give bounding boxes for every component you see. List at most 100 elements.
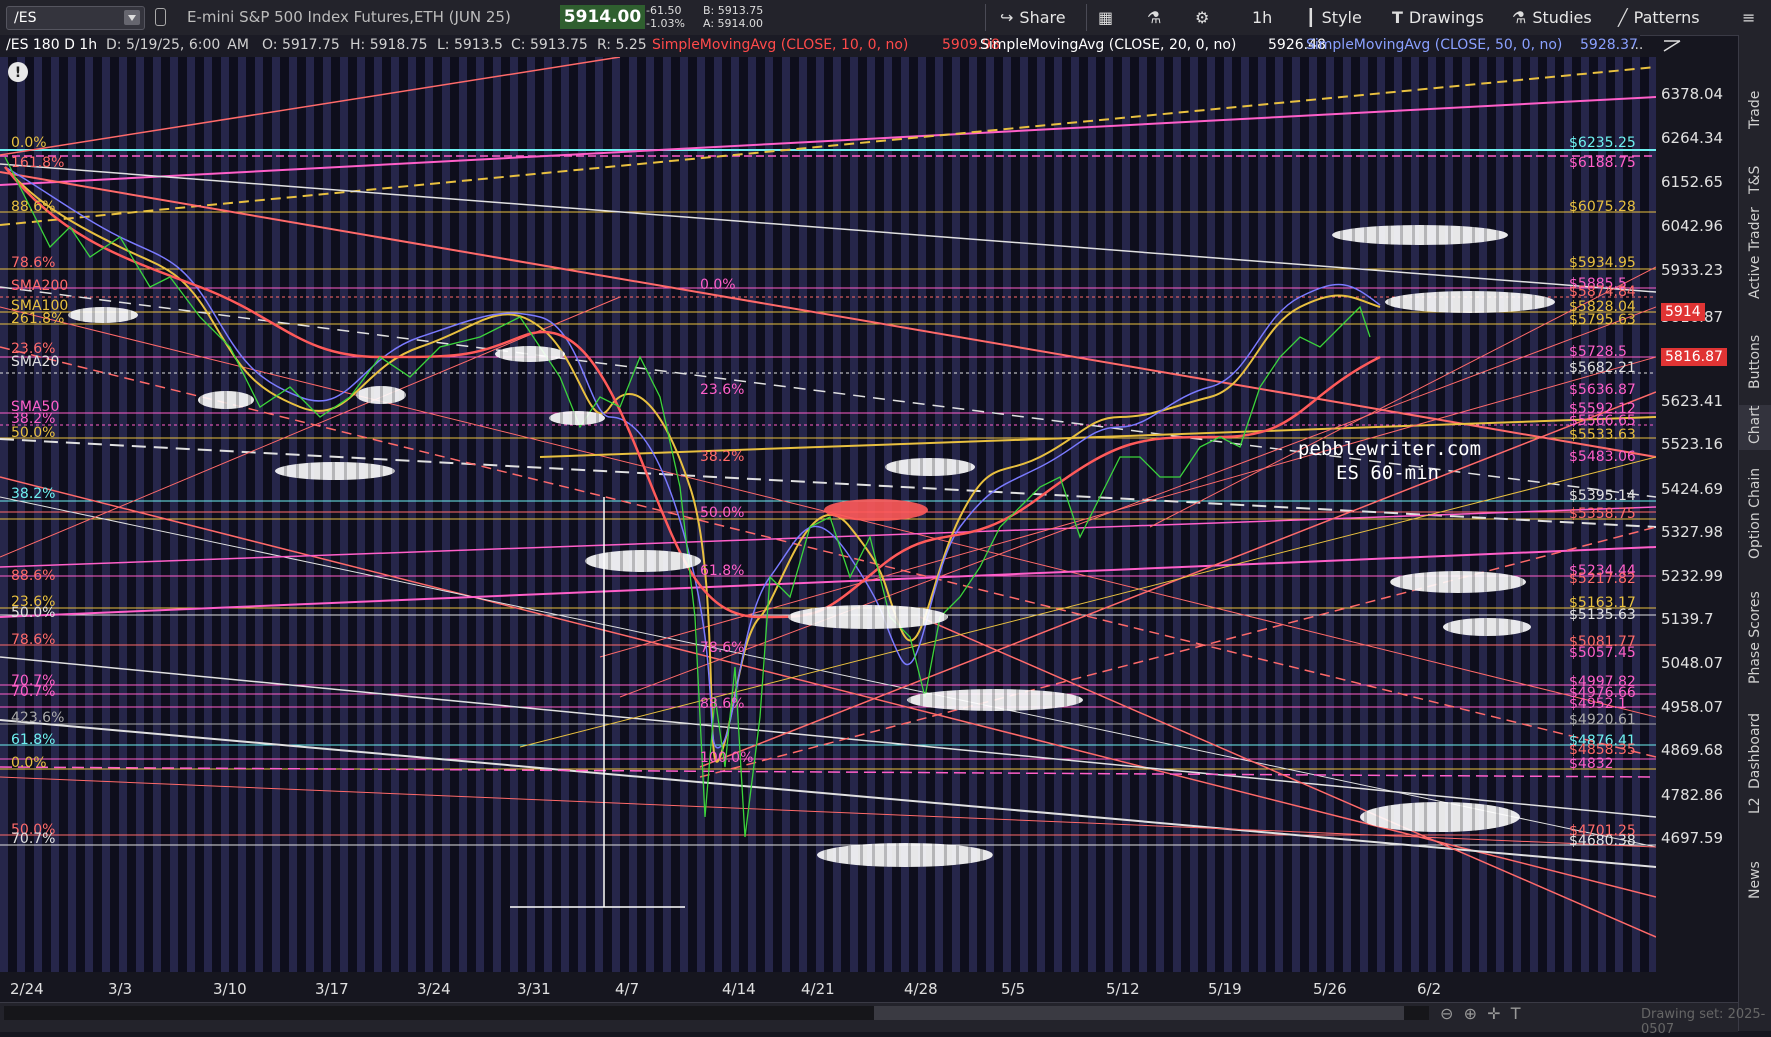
sma-price-tag: 5816.87 [1661,348,1727,366]
more-studies[interactable]: ... [1630,37,1643,53]
timeframe-button[interactable]: 1h [1252,0,1272,35]
fib-level-label: 78.6% [700,640,745,656]
bar-range: R: 5.25 [597,37,647,53]
fib-level-label: 88.6% [700,696,745,712]
fib-level-label: SMA20 [11,354,60,370]
right-sidebar: Trade T&S Active Trader Buttons Chart Option … [1738,35,1771,1031]
fib-level-label: 88.6% [11,568,56,584]
bar-close: C: 5913.75 [511,37,588,53]
price-level-label: $5682.21 [1569,360,1636,376]
x-tick-label: 5/26 [1313,980,1347,998]
sidebar-tab-option-chain[interactable]: Option Chain [1739,455,1771,565]
patterns-button[interactable]: ╱ Patterns [1618,0,1700,35]
zoom-controls[interactable]: ⊖ ⊕ ✛ T [1440,1004,1521,1023]
symbol-selector[interactable]: /ES [6,6,145,30]
style-button[interactable]: ┃ Style [1306,0,1362,35]
fib-level-label: 88.6% [11,199,56,215]
fib-level-label: 38.2% [700,449,745,465]
sidebar-tab-buttons[interactable]: Buttons [1739,325,1771,395]
flexible-grid-button[interactable]: ▦ [1098,0,1119,35]
drawing-tool-icon: T [1392,8,1403,27]
fib-level-label: 0.0% [11,135,47,151]
chart-scrollbar[interactable] [4,1006,1429,1020]
price-level-label: $6235.25 [1569,135,1636,151]
link-icon[interactable] [155,8,166,26]
price-level-label: $5795.63 [1569,312,1636,328]
zoom-out-icon[interactable]: ⊖ [1440,1004,1453,1023]
flask-icon: ⚗ [1147,8,1162,27]
target-ellipse [1385,291,1555,313]
sidebar-tab-news[interactable]: News [1739,825,1771,905]
crosshair-icon[interactable]: ✛ [1487,1004,1500,1023]
y-tick-label: 5623.41 [1661,392,1724,410]
menu-button[interactable]: ≡ [1742,0,1761,35]
settings-button[interactable]: ⚙ [1195,0,1215,35]
scroll-thumb[interactable] [874,1006,1404,1020]
target-ellipse [585,550,701,572]
studies-button[interactable]: ⚗ Studies [1512,0,1592,35]
sma20-label[interactable]: SimpleMovingAvg (CLOSE, 20, 0, no) [980,37,1236,53]
drawing-tool-icon[interactable]: T [1511,1004,1521,1023]
target-ellipse [1390,571,1526,593]
share-button[interactable]: ↪ Share [1000,0,1066,35]
bid-value: B: 5913.75 [703,4,764,17]
y-tick-label: 5232.99 [1661,567,1724,585]
price-level-label: $5874.84 [1569,284,1636,300]
target-ellipse [549,411,605,425]
gear-icon: ⚙ [1195,8,1210,27]
sidebar-tab-active-trader[interactable]: Active Trader [1739,207,1771,305]
fib-level-label: 423.6% [11,710,65,726]
target-ellipse [824,499,928,521]
sidebar-tab-trade[interactable]: Trade [1739,90,1771,135]
price-level-label: $5533.63 [1569,427,1636,443]
price-level-label: $5395.14 [1569,488,1636,504]
fib-level-label: 70.7% [11,831,56,847]
sidebar-tab-l2[interactable]: L2 [1739,780,1771,820]
fib-level-label: 0.0% [11,755,47,771]
sma50-label[interactable]: SimpleMovingAvg (CLOSE, 50, 0, no) [1306,37,1562,53]
x-tick-label: 6/2 [1417,980,1442,998]
target-ellipse [68,307,138,323]
y-tick-label: 5933.23 [1661,261,1724,279]
analysis-button[interactable]: ⚗ [1147,0,1167,35]
price-level-label: $5483.06 [1569,449,1636,465]
alert-icon[interactable]: ! [8,62,28,82]
chevron-down-icon[interactable] [124,10,140,25]
y-tick-label: 5523.16 [1661,435,1724,453]
sidebar-tab-label: Phase Scores [1747,591,1763,684]
x-tick-label: 3/17 [315,980,349,998]
x-tick-label: 3/24 [417,980,451,998]
y-tick-label: 5327.98 [1661,523,1724,541]
target-ellipse [788,605,948,629]
sidebar-tab-chart[interactable]: Chart [1739,405,1771,450]
fib-level-label: 161.8% [11,155,65,171]
chart-header-line: /ES 180 D 1h D: 5/19/25, 6:00 AM O: 5917… [0,35,1643,57]
sidebar-tab-label: Chart [1747,405,1763,444]
hamburger-icon: ≡ [1742,8,1756,27]
price-level-label: $5057.45 [1569,645,1636,661]
fib-level-label: 38.2% [11,486,56,502]
price-chart[interactable]: ! [0,57,1656,972]
sidebar-tab-t-s[interactable]: T&S [1739,155,1771,200]
instrument-description: E-mini S&P 500 Index Futures,ETH (JUN 25… [187,8,511,26]
price-level-label: $5728.5 [1569,344,1627,360]
price-level-label: $4680.38 [1569,833,1636,849]
change-value: -61.50 [646,4,682,17]
price-level-label: $5217.82 [1569,571,1636,587]
x-tick-label: 3/3 [108,980,133,998]
x-tick-label: 3/10 [213,980,247,998]
collapse-studies-icon[interactable] [1658,35,1686,57]
bid-ask-block: B: 5913.75 A: 5914.00 [703,4,763,30]
y-tick-label: 4958.07 [1661,698,1724,716]
price-level-label: $4920.61 [1569,712,1636,728]
fib-level-label: 78.6% [11,632,56,648]
drawings-label: Drawings [1408,8,1484,27]
sidebar-tab-phase-scores[interactable]: Phase Scores [1739,591,1771,690]
zoom-in-icon[interactable]: ⊕ [1464,1004,1477,1023]
y-tick-label: 6152.65 [1661,173,1724,191]
sidebar-tab-label: Option Chain [1747,467,1763,559]
target-ellipse [885,458,975,476]
sma10-label[interactable]: SimpleMovingAvg (CLOSE, 10, 0, no) [652,37,908,53]
drawings-button[interactable]: T Drawings [1392,0,1484,35]
y-tick-label: 5139.7 [1661,610,1714,628]
